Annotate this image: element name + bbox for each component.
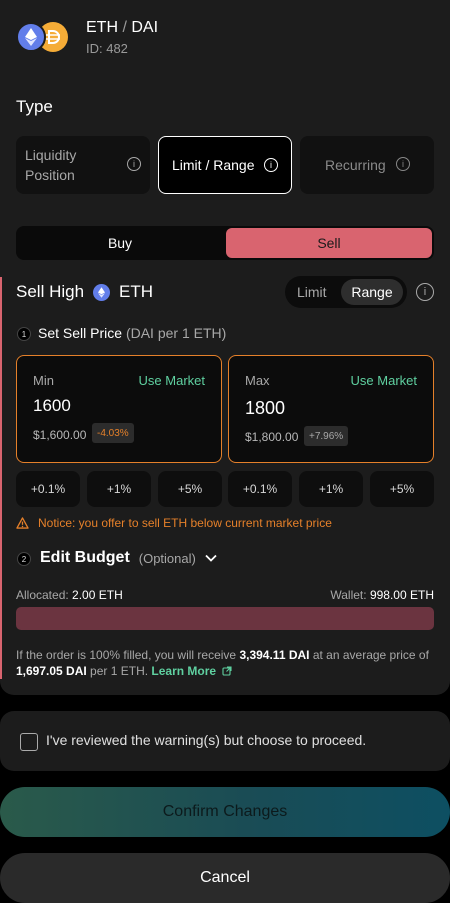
range-option[interactable]: Range: [341, 279, 403, 305]
type-option-label: Limit / Range: [172, 157, 255, 173]
limit-option[interactable]: Limit: [297, 284, 327, 300]
sell-high-token: ETH: [119, 282, 154, 301]
max-pct-button[interactable]: +5%: [370, 471, 434, 507]
max-usd-value: $1,800.00: [245, 430, 299, 444]
use-market-link[interactable]: Use Market: [139, 373, 205, 388]
max-price-box[interactable]: Max Use Market 1800 $1,800.00 +7.96%: [228, 355, 434, 463]
base-token: ETH: [86, 19, 118, 36]
chevron-down-icon: [205, 554, 217, 562]
price-notice: Notice: you offer to sell ETH below curr…: [16, 516, 332, 530]
sell-tab[interactable]: Sell: [226, 228, 432, 258]
type-option-liquidity-position[interactable]: Liquidity Position i: [16, 136, 150, 194]
limit-range-toggle: Limit Range: [285, 276, 407, 308]
fill-summary: If the order is 100% filled, you will re…: [16, 648, 429, 678]
min-pct-badge: -4.03%: [92, 423, 134, 443]
buy-sell-toggle: Buy Sell: [16, 226, 434, 260]
allocated-amount: Allocated: 2.00 ETH: [16, 588, 123, 602]
sell-high-title: Sell High: [16, 282, 85, 301]
buy-tab[interactable]: Buy: [16, 226, 224, 260]
warning-icon: [16, 517, 29, 529]
max-pct-button[interactable]: +1%: [299, 471, 363, 507]
order-panel: ETH / DAI ID: 482 Type Liquidity Positio…: [0, 0, 450, 695]
max-pct-badge: +7.96%: [304, 426, 349, 446]
step-number: 2: [17, 552, 31, 566]
edit-budget-toggle[interactable]: Edit Budget (Optional): [40, 549, 217, 567]
min-usd-value: $1,600.00: [33, 428, 87, 442]
min-price-box[interactable]: Min Use Market 1600 $1,600.00 -4.03%: [16, 355, 222, 463]
pair-id: ID: 482: [86, 41, 128, 56]
eth-icon: [16, 22, 46, 52]
info-icon[interactable]: i: [396, 157, 410, 171]
pair-title: ETH / DAI: [86, 19, 158, 37]
type-label: Type: [16, 97, 53, 116]
confirm-changes-button[interactable]: Confirm Changes: [0, 787, 450, 837]
type-option-label: Recurring: [325, 157, 386, 173]
cancel-button[interactable]: Cancel: [0, 853, 450, 903]
type-option-label: Liquidity Position: [25, 147, 77, 183]
min-label: Min: [33, 373, 54, 388]
info-icon[interactable]: i: [264, 158, 278, 172]
info-icon[interactable]: i: [416, 283, 434, 301]
min-pct-button[interactable]: +5%: [158, 471, 222, 507]
use-market-link[interactable]: Use Market: [351, 373, 417, 388]
step2-optional: (Optional): [138, 550, 196, 566]
budget-input[interactable]: [16, 607, 434, 630]
wallet-balance: Wallet: 998.00 ETH: [330, 588, 434, 602]
quote-token: DAI: [131, 19, 159, 36]
pair-icons: [16, 22, 72, 54]
min-pct-button[interactable]: +0.1%: [16, 471, 80, 507]
step1-title: Set Sell Price (DAI per 1 ETH): [38, 325, 227, 341]
step-number: 1: [17, 327, 31, 341]
external-link-icon: [222, 666, 232, 676]
sell-accent-bar: [0, 277, 2, 679]
min-pct-button[interactable]: +1%: [87, 471, 151, 507]
step2-title: Edit Budget: [40, 549, 130, 566]
min-price-input[interactable]: 1600: [33, 396, 71, 416]
eth-icon: [93, 283, 111, 301]
learn-more-link[interactable]: Learn More: [151, 664, 232, 678]
notice-text: Notice: you offer to sell ETH below curr…: [38, 516, 332, 530]
max-pct-button[interactable]: +0.1%: [228, 471, 292, 507]
warning-confirmation: I've reviewed the warning(s) but choose …: [0, 711, 450, 771]
type-option-recurring[interactable]: Recurring i: [300, 136, 434, 194]
max-label: Max: [245, 373, 270, 388]
max-price-input[interactable]: 1800: [245, 398, 285, 419]
warning-checkbox-label[interactable]: I've reviewed the warning(s) but choose …: [46, 732, 366, 748]
info-icon[interactable]: i: [127, 157, 141, 171]
step1-subtitle: (DAI per 1 ETH): [125, 325, 227, 341]
pair-separator: /: [122, 19, 127, 36]
type-option-limit-range[interactable]: Limit / Range i: [158, 136, 292, 194]
warning-checkbox[interactable]: [20, 733, 38, 751]
sell-high-heading: Sell High ETH: [16, 282, 153, 302]
